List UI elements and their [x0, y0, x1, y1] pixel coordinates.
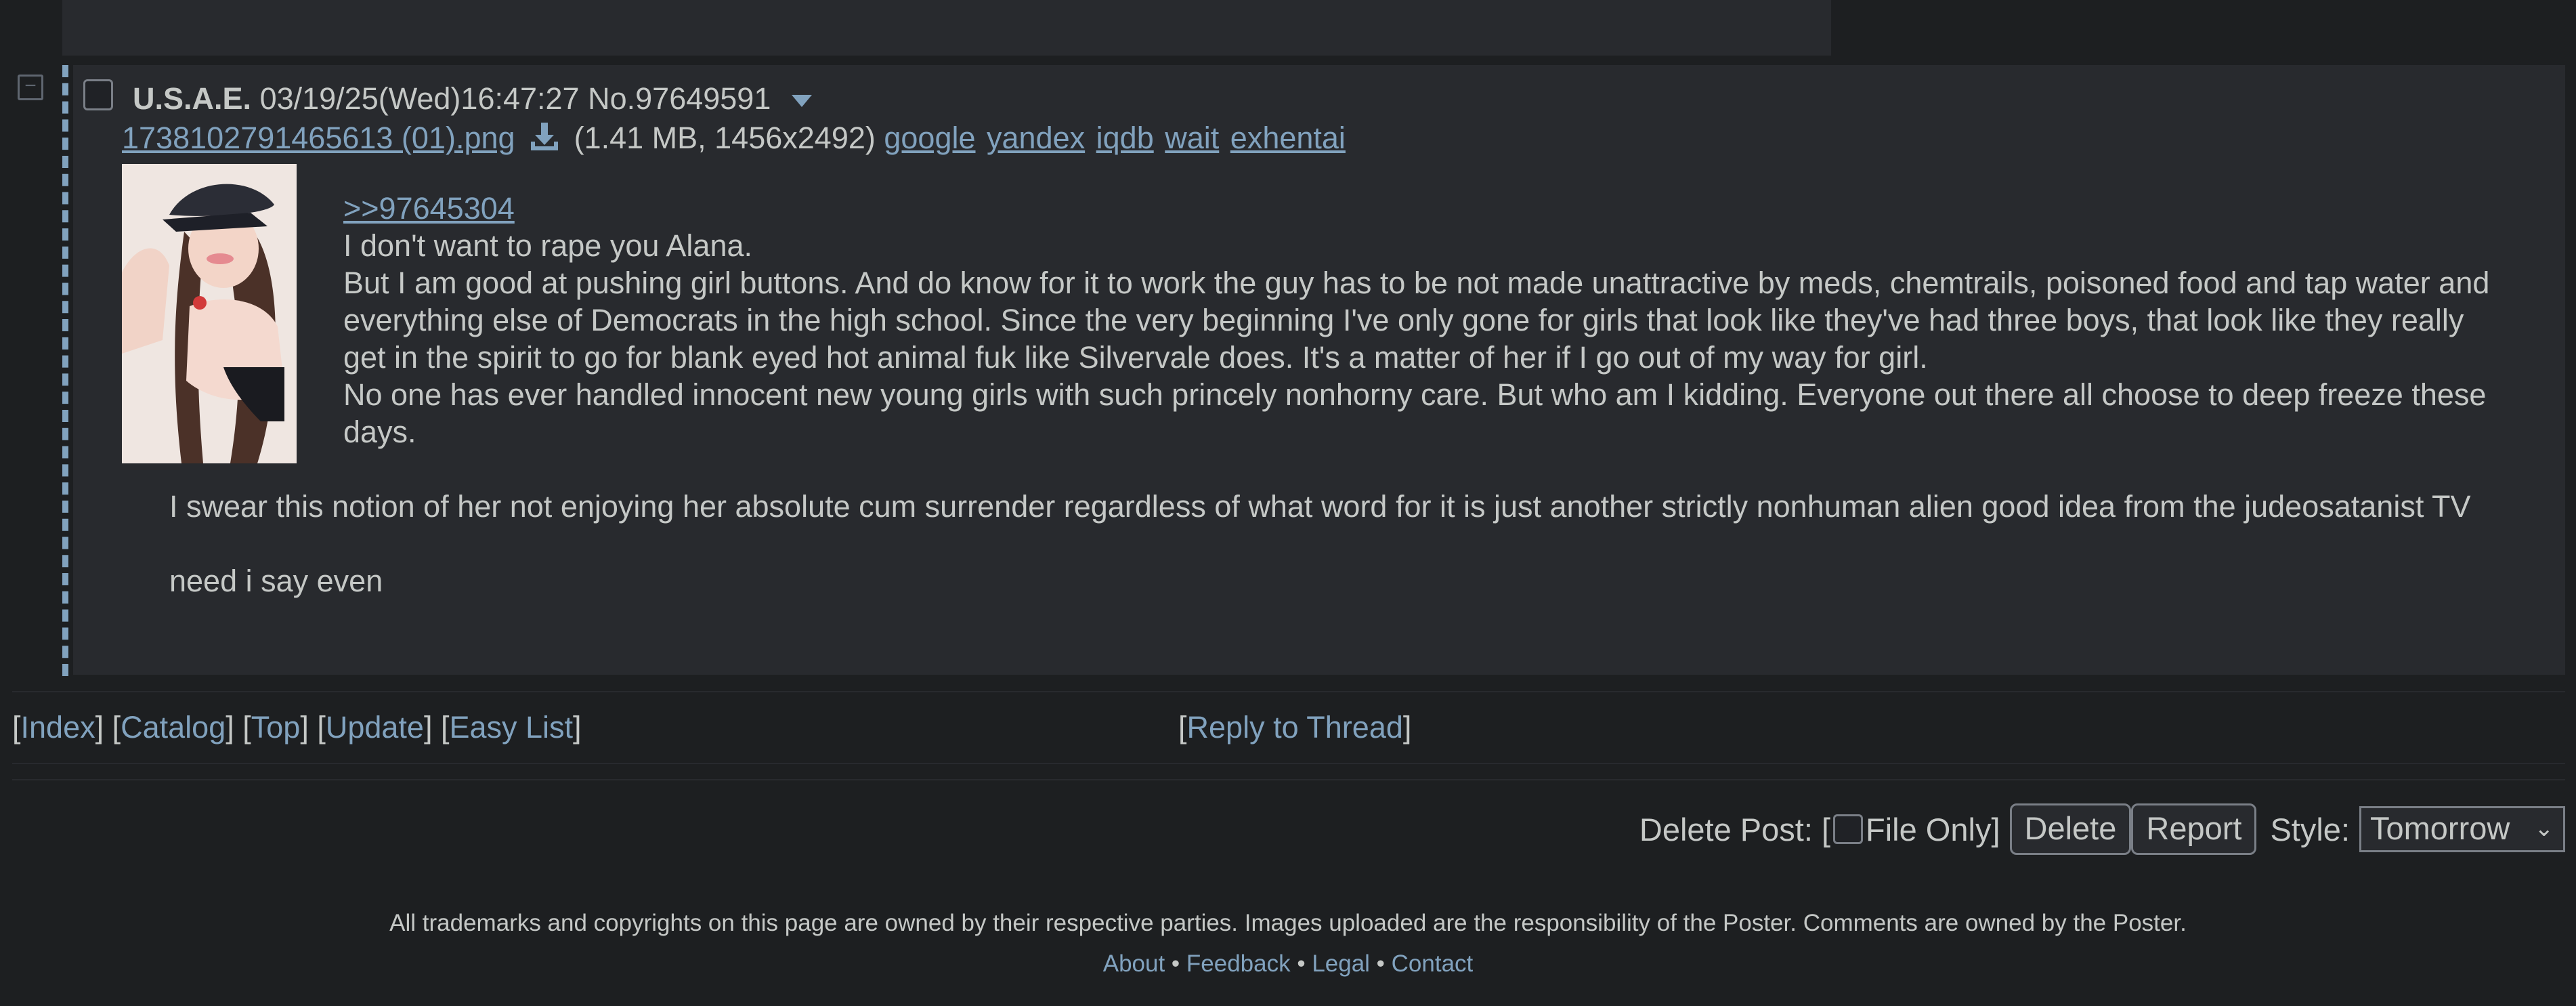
divider [12, 779, 2565, 780]
post-datetime: 03/19/25(Wed)16:47:27 [259, 81, 580, 116]
thread-reply-line [62, 65, 68, 676]
message-line: I swear this notion of her not enjoying … [169, 489, 2471, 524]
hide-post-icon[interactable]: − [18, 75, 43, 100]
footer-notice: All trademarks and copyrights on this pa… [389, 910, 2187, 936]
divider [12, 691, 2565, 692]
nav-update-link[interactable]: Update [326, 710, 424, 745]
post-menu-caret-icon[interactable] [791, 95, 812, 108]
post-message: >>97645304 I don't want to rape you Alan… [343, 190, 2497, 450]
search-yandex-link[interactable]: yandex [987, 121, 1085, 155]
message-line: No one has ever handled innocent new you… [343, 377, 2487, 449]
file-link[interactable]: 1738102791465613 (01).png [122, 121, 515, 155]
footer-about-link[interactable]: About [1103, 950, 1165, 977]
search-iqdb-link[interactable]: iqdb [1096, 121, 1154, 155]
delete-button[interactable]: Delete [2009, 803, 2132, 855]
bottom-nav: [Index] [Catalog] [Top] [Update] [Easy L… [12, 710, 582, 745]
file-only-checkbox[interactable] [1833, 814, 1864, 844]
message-line: But I am good at pushing girl buttons. A… [343, 266, 2490, 375]
nav-catalog-link[interactable]: Catalog [121, 710, 226, 745]
style-select[interactable]: Tomorrow ⌄ [2359, 806, 2565, 852]
nav-easy-list-link[interactable]: Easy List [449, 710, 573, 745]
post-select-checkbox[interactable] [83, 79, 113, 110]
reply-to-thread-link[interactable]: Reply to Thread [1187, 710, 1403, 745]
nav-index-link[interactable]: Index [21, 710, 95, 745]
search-google-link[interactable]: google [884, 121, 975, 155]
footer-contact-link[interactable]: Contact [1392, 950, 1474, 977]
post-thumbnail[interactable] [122, 164, 297, 463]
poster-name: U.S.A.E. [133, 81, 252, 116]
nav-top-link[interactable]: Top [251, 710, 301, 745]
message-line: need i say even [169, 564, 383, 598]
file-only-label: File Only] [1866, 811, 2000, 847]
footer-legal-link[interactable]: Legal [1312, 950, 1370, 977]
download-icon[interactable] [529, 121, 560, 152]
search-wait-link[interactable]: wait [1165, 121, 1219, 155]
message-line: I don't want to rape you Alana. [343, 228, 753, 263]
post-number[interactable]: No.97649591 [588, 81, 771, 116]
quote-link[interactable]: >>97645304 [343, 191, 515, 226]
delete-post-form: Delete Post: [ File Only] Delete Report … [1639, 803, 2565, 855]
post-info: U.S.A.E. 03/19/25(Wed)16:47:27 No.976495… [133, 81, 812, 117]
chevron-down-icon: ⌄ [2534, 816, 2554, 841]
footer-links: About • Feedback • Legal • Contact [1102, 950, 1474, 977]
footer-feedback-link[interactable]: Feedback [1186, 950, 1291, 977]
reply-to-thread: [Reply to Thread] [1178, 710, 1412, 745]
file-info: 1738102791465613 (01).png (1.41 MB, 1456… [122, 121, 1348, 156]
delete-post-label: Delete Post: [ [1639, 811, 1831, 847]
report-button[interactable]: Report [2131, 803, 2257, 855]
style-select-value: Tomorrow [2370, 810, 2510, 846]
post-message-continued: I swear this notion of her not enjoying … [169, 488, 2499, 637]
file-meta: (1.41 MB, 1456x2492) [574, 121, 876, 155]
search-exhentai-link[interactable]: exhentai [1230, 121, 1346, 155]
previous-post [62, 0, 1831, 56]
divider [12, 763, 2565, 764]
style-label: Style: [2270, 811, 2350, 847]
